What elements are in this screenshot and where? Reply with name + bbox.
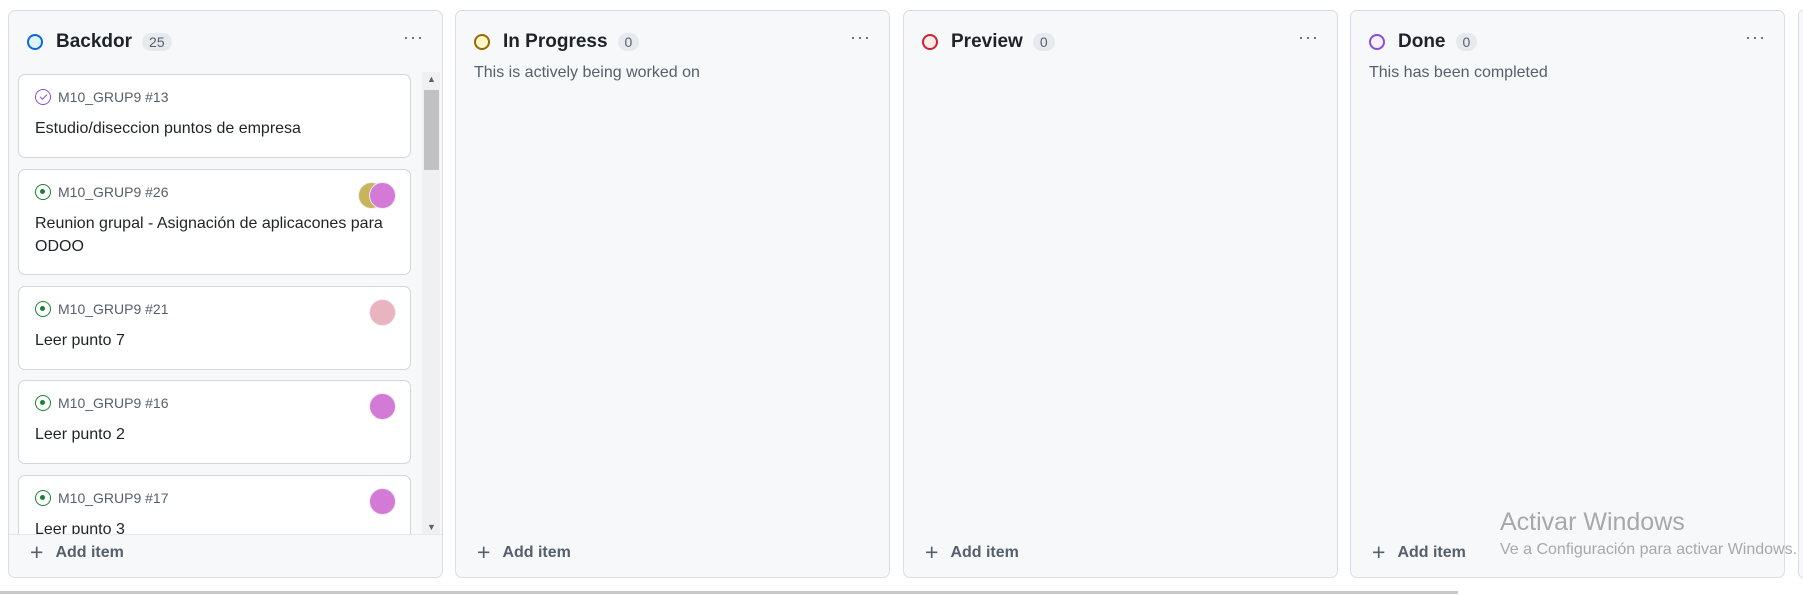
avatar[interactable] <box>369 488 396 515</box>
column-title: Backdor <box>56 30 133 52</box>
watermark-subtitle: Ve a Configuración para activar Windows. <box>1500 541 1798 558</box>
issue-open-icon <box>35 490 51 506</box>
column-header: In Progress 0 <box>474 29 871 54</box>
issue-card[interactable]: M10_GRUP9 #16 Leer punto 2 <box>18 380 411 464</box>
scroll-up-icon[interactable]: ▲ <box>427 74 436 84</box>
column-menu-button[interactable]: ··· <box>1745 27 1766 48</box>
divider <box>9 534 442 535</box>
plus-icon: + <box>925 539 939 565</box>
add-item-button[interactable]: + Add item <box>1372 539 1466 566</box>
issue-card[interactable]: M10_GRUP9 #17 Leer punto 3 <box>18 475 411 534</box>
issue-closed-icon <box>35 89 51 105</box>
watermark-title: Activar Windows <box>1500 508 1685 536</box>
add-item-label: Add item <box>950 543 1019 561</box>
issue-open-icon <box>35 395 51 411</box>
windows-activation-watermark: Activar Windows Ve a Configuración para … <box>1500 508 1800 559</box>
scrollbar-thumb[interactable] <box>424 90 439 170</box>
add-item-button[interactable]: + Add item <box>30 539 124 566</box>
horizontal-scrollbar[interactable] <box>0 591 1458 594</box>
column-menu-button[interactable]: ··· <box>1298 27 1319 48</box>
avatar[interactable] <box>369 299 396 326</box>
issue-title[interactable]: Reunion grupal - Asignación de aplicacon… <box>35 212 394 258</box>
status-circle-icon <box>922 33 938 50</box>
column-backdor: Backdor 25 ··· M10_GRUP9 #13 Estudio/dis… <box>8 10 443 578</box>
avatar[interactable] <box>369 182 396 209</box>
column-description: This is actively being worked on <box>474 64 700 81</box>
add-item-label: Add item <box>502 543 571 561</box>
issue-title[interactable]: Leer punto 3 <box>35 518 394 534</box>
add-item-label: Add item <box>55 543 124 561</box>
issue-reference[interactable]: M10_GRUP9 #26 <box>58 184 169 200</box>
add-item-button[interactable]: + Add item <box>477 539 571 566</box>
next-column-edge <box>1798 10 1803 578</box>
plus-icon: + <box>477 539 491 565</box>
issue-reference[interactable]: M10_GRUP9 #13 <box>58 89 169 105</box>
column-in-progress: In Progress 0 ··· This is actively being … <box>455 10 890 578</box>
column-done: Done 0 ··· This has been completed + Add it… <box>1350 10 1785 578</box>
item-count-badge: 25 <box>142 32 172 51</box>
issue-reference[interactable]: M10_GRUP9 #21 <box>58 301 169 317</box>
issue-open-icon <box>35 184 51 200</box>
issue-reference[interactable]: M10_GRUP9 #17 <box>58 490 169 506</box>
issue-reference[interactable]: M10_GRUP9 #16 <box>58 395 169 411</box>
column-description: This has been completed <box>1369 64 1548 81</box>
issue-title[interactable]: Estudio/diseccion puntos de empresa <box>35 117 394 140</box>
column-title: Done <box>1398 30 1446 52</box>
plus-icon: + <box>1372 539 1386 565</box>
card-list: M10_GRUP9 #13 Estudio/diseccion puntos d… <box>18 74 415 534</box>
issue-open-icon <box>35 301 51 317</box>
vertical-scrollbar[interactable]: ▲ ▼ <box>422 72 440 534</box>
column-menu-button[interactable]: ··· <box>850 27 871 48</box>
add-item-label: Add item <box>1397 543 1466 561</box>
issue-title[interactable]: Leer punto 7 <box>35 329 394 352</box>
item-count-badge: 0 <box>1032 32 1055 51</box>
plus-icon: + <box>30 539 44 565</box>
add-item-button[interactable]: + Add item <box>925 539 1019 566</box>
issue-title[interactable]: Leer punto 2 <box>35 423 394 446</box>
column-header: Done 0 <box>1369 29 1766 54</box>
status-circle-icon <box>474 33 490 50</box>
issue-card[interactable]: M10_GRUP9 #21 Leer punto 7 <box>18 286 411 370</box>
column-title: Preview <box>951 30 1023 52</box>
issue-card[interactable]: M10_GRUP9 #26 Reunion grupal - Asignació… <box>18 169 411 275</box>
item-count-badge: 0 <box>1455 32 1478 51</box>
column-title: In Progress <box>503 30 608 52</box>
column-preview: Preview 0 ··· + Add item <box>903 10 1338 578</box>
item-count-badge: 0 <box>617 32 640 51</box>
status-circle-icon <box>27 33 43 50</box>
avatar[interactable] <box>369 393 396 420</box>
issue-card[interactable]: M10_GRUP9 #13 Estudio/diseccion puntos d… <box>18 74 411 158</box>
scroll-down-icon[interactable]: ▼ <box>427 522 436 532</box>
status-circle-icon <box>1369 33 1385 50</box>
column-header: Preview 0 <box>922 29 1319 54</box>
column-menu-button[interactable]: ··· <box>403 27 424 48</box>
column-header: Backdor 25 <box>27 29 424 54</box>
